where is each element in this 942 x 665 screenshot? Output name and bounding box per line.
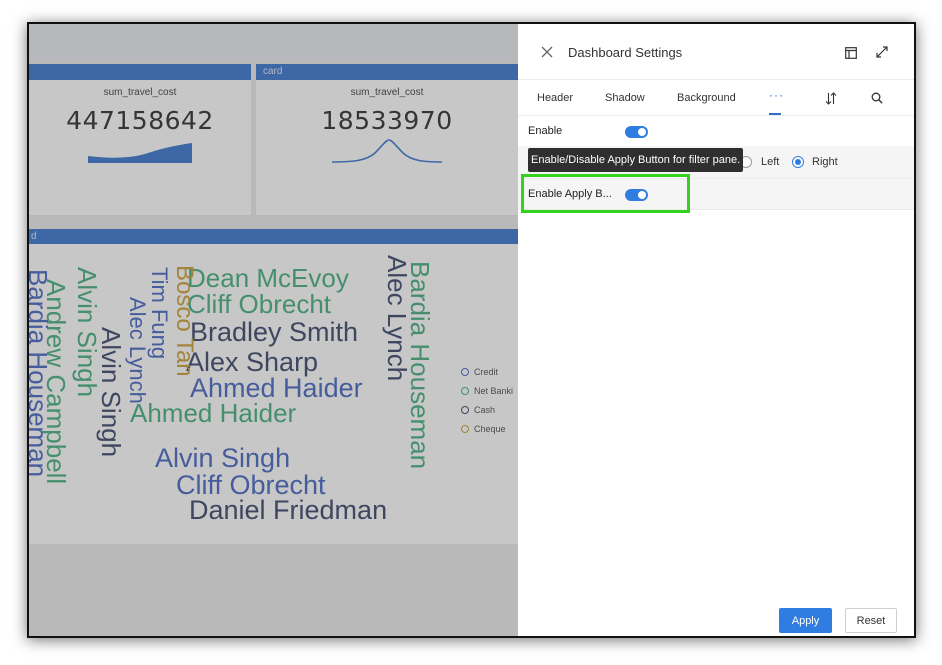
drawer-title: Dashboard Settings (568, 45, 683, 60)
enable-row: Enable (518, 116, 914, 146)
dashboard-canvas: sum_travel_cost 447158642 card sum_trave… (29, 24, 518, 636)
active-tab-indicator (769, 113, 781, 115)
highlight-annotation (521, 174, 690, 213)
search-icon[interactable] (871, 92, 883, 104)
tab-header[interactable]: Header (537, 92, 573, 104)
radio-left-label: Left (761, 156, 780, 168)
radio-right-label: Right (812, 156, 838, 168)
expand-icon[interactable] (876, 46, 888, 58)
drawer-header: Dashboard Settings (518, 24, 914, 80)
enable-label: Enable (528, 125, 563, 137)
radio-right[interactable] (792, 156, 804, 168)
reset-button[interactable]: Reset (845, 608, 897, 633)
tab-more[interactable]: ··· (769, 88, 783, 102)
tooltip: Enable/Disable Apply Button for filter p… (528, 148, 744, 172)
sort-icon[interactable] (825, 92, 837, 105)
enable-toggle[interactable] (625, 126, 648, 138)
toggle-knob (638, 128, 646, 136)
close-icon[interactable] (540, 45, 554, 59)
dashboard-settings-drawer: Dashboard Settings Header Shadow Backgro… (518, 24, 914, 636)
tab-shadow[interactable]: Shadow (605, 92, 645, 104)
apply-button[interactable]: Apply (779, 608, 832, 633)
settings-tabs: Header Shadow Background ··· (518, 80, 914, 116)
layout-icon[interactable] (845, 47, 857, 59)
modal-backdrop[interactable] (29, 24, 518, 636)
app-window: sum_travel_cost 447158642 card sum_trave… (27, 22, 916, 638)
tab-background[interactable]: Background (677, 92, 736, 104)
